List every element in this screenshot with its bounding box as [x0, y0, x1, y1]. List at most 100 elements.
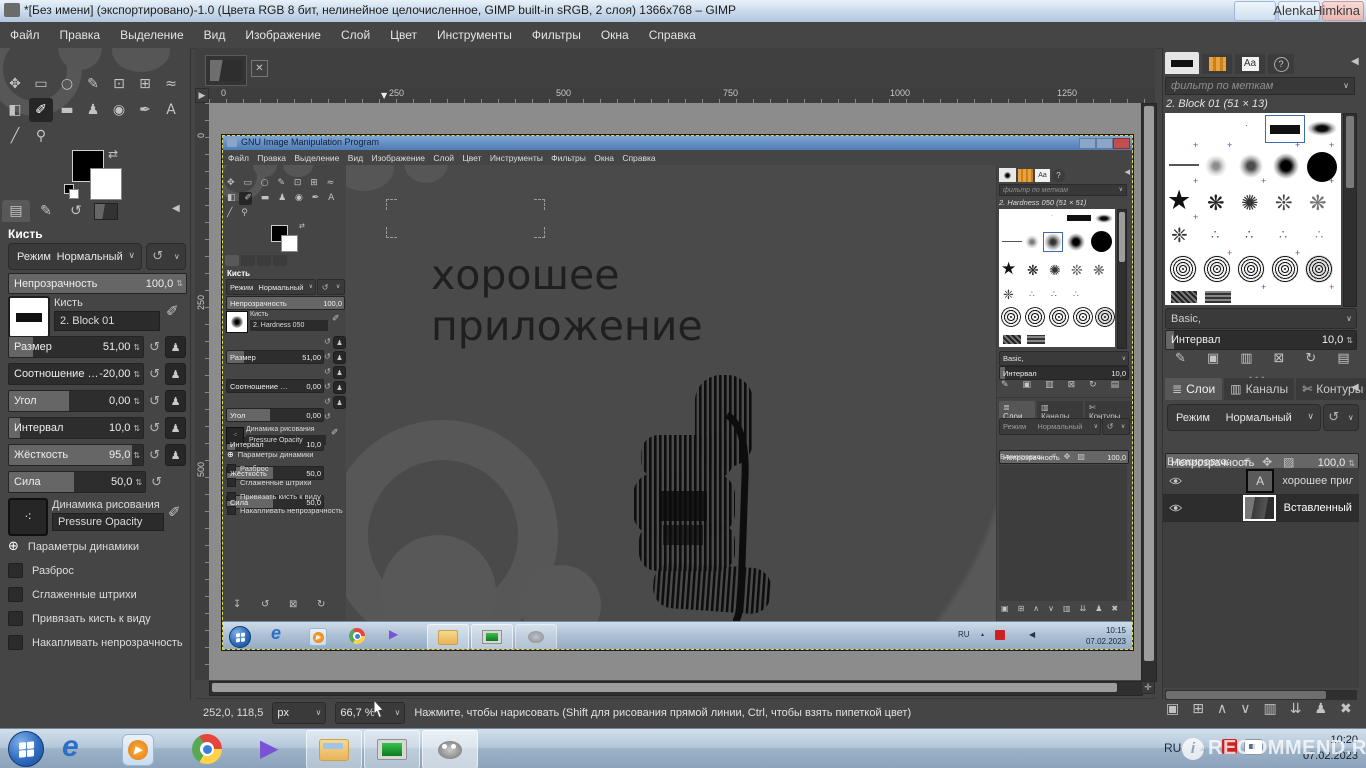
visibility-icon[interactable]	[1169, 503, 1182, 513]
menu-help[interactable]: Справка	[639, 28, 706, 42]
checkbox-jitter[interactable]: Разброс	[8, 563, 74, 578]
brush-sample[interactable]	[1171, 291, 1197, 303]
duplicate-layer-button[interactable]: ▥	[1263, 702, 1276, 716]
internet-explorer-icon[interactable]: e	[62, 730, 79, 764]
tab-undo-history[interactable]: ↺	[62, 200, 90, 222]
ink-tool[interactable]: ✒	[133, 98, 157, 122]
start-button[interactable]	[8, 731, 44, 767]
reset-icon[interactable]: ↺	[149, 340, 160, 355]
brush-sample[interactable]	[1203, 255, 1231, 283]
open-brush-button[interactable]: ▤	[1337, 352, 1349, 365]
spacing-slider[interactable]: Интервал10,0⇅	[8, 417, 144, 439]
new-brush-button[interactable]: ▣	[1207, 352, 1219, 365]
tab-layers[interactable]: ≣Слои	[1165, 378, 1222, 400]
media-player-icon[interactable]: ▶	[122, 734, 154, 766]
transform-tool[interactable]: ⊞	[133, 72, 157, 96]
new-group-button[interactable]: ⊞	[1192, 702, 1204, 716]
merge-layer-button[interactable]: ⇊	[1290, 702, 1302, 716]
brush-sample[interactable]	[1205, 155, 1227, 177]
brush-name-field[interactable]: 2. Block 01	[54, 311, 160, 331]
brush-sample[interactable]: ✺	[1241, 191, 1259, 216]
refresh-brushes-button[interactable]: ↻	[1305, 352, 1316, 365]
spinner-icon[interactable]: ⇅	[130, 424, 143, 433]
edit-brush-icon[interactable]: ✐	[166, 304, 179, 319]
brush-sample[interactable]	[1237, 255, 1265, 283]
tab-brushes[interactable]	[1165, 52, 1199, 74]
brush-sample[interactable]	[1273, 153, 1299, 179]
dynamics-options-expander[interactable]: ⊕ Параметры динамики	[8, 540, 139, 553]
menu-layer[interactable]: Слой	[331, 28, 380, 42]
warp-tool[interactable]: ≈	[159, 72, 183, 96]
brush-sample-selected[interactable]	[1265, 115, 1305, 143]
zoom-tool[interactable]: ⚲	[29, 124, 53, 148]
menu-edit[interactable]: Правка	[50, 28, 111, 42]
brush-sample[interactable]	[1169, 255, 1197, 283]
reset-icon[interactable]: ↺	[149, 394, 160, 409]
background-color-swatch[interactable]	[90, 168, 122, 200]
smudge-tool[interactable]: ◉	[107, 98, 131, 122]
edit-dynamics-icon[interactable]: ✐	[168, 505, 181, 520]
duplicate-brush-button[interactable]: ▥	[1240, 352, 1252, 365]
paintbrush-tool[interactable]: ✐	[29, 98, 53, 122]
spinner-icon[interactable]: ⇅	[130, 451, 143, 460]
move-tool[interactable]: ✥	[3, 72, 27, 96]
dynamics-link-button[interactable]: ♟	[165, 390, 186, 412]
chrome-icon[interactable]	[192, 734, 222, 764]
menu-filters[interactable]: Фильтры	[522, 28, 591, 42]
menu-tools[interactable]: Инструменты	[427, 28, 522, 42]
spinner-icon[interactable]: ⇅	[130, 397, 143, 406]
clone-tool[interactable]: ♟	[81, 98, 105, 122]
brush-sample[interactable]: ∴	[1211, 227, 1219, 243]
vertical-ruler[interactable]: 0 250 500	[195, 103, 210, 680]
title-bar[interactable]: *[Без имени] (экспортировано)-1.0 (Цвета…	[0, 0, 1366, 23]
paint-mode-select[interactable]: Режим Нормальный ∨	[8, 243, 142, 270]
brush-sample[interactable]: ❊	[1275, 191, 1293, 216]
dynamics-link-button[interactable]: ♟	[165, 417, 186, 439]
free-select-tool[interactable]: ○	[55, 72, 79, 96]
reset-icon[interactable]: ↺	[149, 421, 160, 436]
brush-sample[interactable]: ·	[1245, 121, 1248, 130]
delete-brush-button[interactable]: ⊠	[1274, 352, 1285, 365]
brush-sample[interactable]: ∴	[1315, 227, 1323, 243]
canvas-image[interactable]: GNU Image Manipulation Program Файл Прав…	[222, 135, 1133, 650]
brush-sample[interactable]: ❋	[1207, 191, 1225, 216]
spinner-icon[interactable]: ⇅	[132, 478, 145, 487]
tab-image-thumbnail[interactable]	[92, 200, 120, 222]
ruler-origin-icon[interactable]: ▶	[195, 88, 209, 103]
horizontal-ruler[interactable]: 0 250 500 750 1000 1250 ▼	[209, 88, 1155, 104]
text-tool[interactable]: A	[159, 98, 183, 122]
tab-help[interactable]: ?	[1268, 54, 1294, 74]
swap-colors-icon[interactable]: ⇄	[108, 148, 118, 160]
reset-icon[interactable]: ↺	[149, 448, 160, 463]
layer-list-scrollbar[interactable]	[1165, 690, 1357, 700]
dynamics-thumbnail[interactable]: ⁖	[8, 498, 48, 536]
brush-sample[interactable]: ❈	[1171, 223, 1188, 248]
window-controls[interactable]: AlenkaHimkina	[1234, 1, 1364, 20]
vertical-scrollbar[interactable]	[1141, 103, 1157, 682]
dock-collapse-icon[interactable]: ◀	[1351, 383, 1359, 393]
aspect-slider[interactable]: Соотношение …-20,00⇅	[8, 363, 144, 385]
brush-sample[interactable]	[1205, 291, 1231, 303]
spinner-icon[interactable]: ⇅	[1345, 459, 1358, 468]
unit-select[interactable]: px∨	[272, 702, 326, 724]
brush-sample[interactable]: ❋	[1309, 191, 1327, 216]
tab-tool-options[interactable]: ▤	[2, 200, 30, 222]
gimp-taskbar-button[interactable]	[422, 730, 478, 768]
canvas-viewport[interactable]: GNU Image Manipulation Program Файл Прав…	[209, 103, 1155, 680]
paths-tool[interactable]: ✎	[81, 72, 105, 96]
brush-sample[interactable]	[1305, 255, 1333, 283]
brush-sample[interactable]	[1307, 121, 1337, 136]
brush-grid[interactable]: · ★ ❋ ✺ ❊ ❋ ❈ ∴ ∴ ∴ ∴ + +	[1165, 113, 1341, 305]
tab-patterns[interactable]	[1202, 54, 1232, 74]
menu-select[interactable]: Выделение	[110, 28, 194, 42]
brush-sample[interactable]: ∴	[1245, 227, 1253, 243]
mode-reset-button[interactable]: ↺ ∨	[146, 243, 186, 270]
menu-windows[interactable]: Окна	[591, 28, 639, 42]
bucket-fill-tool[interactable]: ◧	[3, 98, 27, 122]
navigation-icon[interactable]: ✛	[1141, 681, 1155, 694]
close-image-icon[interactable]: ✕	[251, 60, 268, 77]
brush-spacing-slider[interactable]: Интервал 10,0 ⇅	[1165, 330, 1357, 350]
hardness-slider[interactable]: Жёсткость95,0⇅	[8, 444, 144, 466]
brush-thumbnail[interactable]	[8, 296, 50, 338]
kmplayer-icon[interactable]: ▶	[260, 734, 278, 763]
